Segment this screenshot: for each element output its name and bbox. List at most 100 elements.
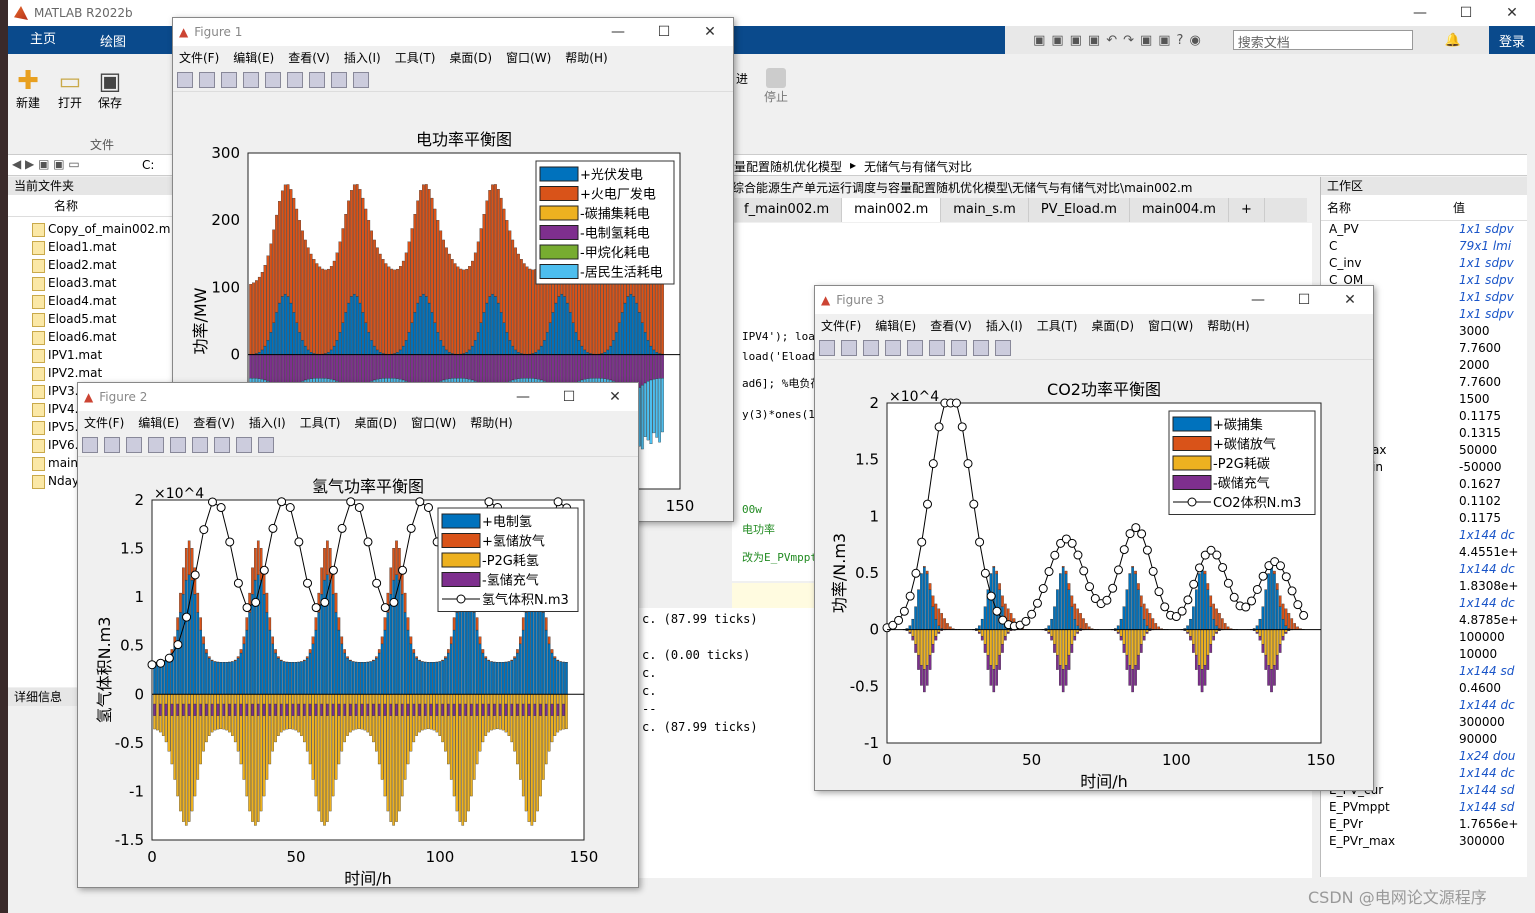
bar-segment bbox=[233, 694, 237, 743]
close-icon[interactable]: ✕ bbox=[687, 24, 733, 40]
figure-menu-item[interactable]: 帮助(H) bbox=[1207, 317, 1249, 334]
close-icon[interactable]: ✕ bbox=[592, 389, 638, 405]
figure-menu-item[interactable]: 编辑(E) bbox=[875, 317, 916, 334]
tab-home[interactable]: 主页 bbox=[8, 26, 79, 54]
figure-menu-item[interactable]: 窗口(W) bbox=[506, 49, 551, 66]
bar-segment bbox=[1206, 629, 1210, 656]
nav-arrows-icon[interactable]: ◀ ▶ ▣ ▣ ▭ bbox=[12, 157, 80, 171]
figure-toolbar[interactable] bbox=[173, 68, 733, 92]
save-button[interactable]: ▣ 保存 bbox=[98, 68, 122, 111]
figure-menu-item[interactable]: 窗口(W) bbox=[1148, 317, 1193, 334]
maximize-icon[interactable]: ☐ bbox=[1443, 5, 1489, 21]
close-icon[interactable]: ✕ bbox=[1489, 5, 1535, 21]
workspace-row[interactable]: C 79x1 lmi bbox=[1325, 238, 1527, 255]
figure-menu-item[interactable]: 插入(I) bbox=[344, 49, 381, 66]
file-item[interactable]: Eload6.mat bbox=[28, 328, 177, 346]
figure-menu-item[interactable]: 文件(F) bbox=[821, 317, 861, 334]
minimize-icon[interactable]: — bbox=[500, 389, 546, 405]
login-button[interactable]: 登录 bbox=[1488, 30, 1535, 50]
file-item[interactable]: Copy_of_main002.m bbox=[28, 220, 177, 238]
workspace-row[interactable]: C_inv 1x1 sdpv bbox=[1325, 255, 1527, 272]
bar-segment bbox=[323, 548, 326, 581]
bar-segment bbox=[514, 349, 517, 355]
editor-tab[interactable]: f_main002.m bbox=[732, 198, 843, 222]
file-item[interactable]: Eload5.mat bbox=[28, 310, 177, 328]
figure-menu-item[interactable]: 工具(T) bbox=[300, 414, 341, 431]
figure-toolbar[interactable] bbox=[78, 433, 638, 457]
bar-segment bbox=[465, 268, 469, 353]
run-partial[interactable]: 进 bbox=[736, 70, 748, 87]
editor-tab[interactable]: main_s.m bbox=[941, 198, 1029, 222]
figure-menu-item[interactable]: 桌面(D) bbox=[449, 49, 492, 66]
minimize-icon[interactable]: — bbox=[1235, 292, 1281, 308]
figure-menu-item[interactable]: 工具(T) bbox=[395, 49, 436, 66]
figure-menu-item[interactable]: 编辑(E) bbox=[233, 49, 274, 66]
figure-3-window[interactable]: ▲ Figure 3— ☐ ✕ 文件(F) 编辑(E) 查看(V) 插入(I) 工具(T) 桌面… bbox=[814, 285, 1374, 791]
drive-label[interactable]: C: bbox=[142, 158, 154, 172]
file-item[interactable]: IPV2.mat bbox=[28, 364, 177, 382]
stop-button[interactable]: 停止 bbox=[764, 68, 788, 105]
figure-menu-item[interactable]: 桌面(D) bbox=[1091, 317, 1134, 334]
bell-icon[interactable]: 🔔 bbox=[1423, 33, 1483, 48]
bar-segment bbox=[416, 200, 420, 304]
file-item[interactable]: Eload4.mat bbox=[28, 292, 177, 310]
bar-segment bbox=[398, 548, 401, 581]
x-tick-label: 100 bbox=[426, 848, 455, 866]
bar-segment bbox=[931, 629, 935, 645]
file-item[interactable]: IPV1.mat bbox=[28, 346, 177, 364]
bar-segment bbox=[1194, 589, 1198, 630]
bar-segment bbox=[280, 659, 283, 661]
editor-tab[interactable]: main002.m bbox=[842, 198, 942, 222]
maximize-icon[interactable]: ☐ bbox=[641, 24, 687, 40]
figure-toolbar[interactable] bbox=[815, 336, 1373, 360]
close-icon[interactable]: ✕ bbox=[1327, 292, 1373, 308]
file-item[interactable]: Eload2.mat bbox=[28, 256, 177, 274]
minimize-icon[interactable]: — bbox=[1397, 5, 1443, 21]
add-tab-icon[interactable]: + bbox=[1228, 198, 1265, 222]
bar-segment bbox=[255, 280, 258, 354]
search-input[interactable]: 搜索文档 bbox=[1232, 30, 1413, 51]
figure-menu-item[interactable]: 文件(F) bbox=[84, 414, 124, 431]
file-item[interactable]: Eload3.mat bbox=[28, 274, 177, 292]
files-column-name[interactable]: 名称 bbox=[8, 195, 177, 217]
figure-2-window[interactable]: ▲ Figure 2— ☐ ✕ 文件(F) 编辑(E) 查看(V) 插入(I) 工具(T) 桌面… bbox=[77, 382, 639, 888]
bar-segment bbox=[291, 662, 295, 695]
figure-menu-item[interactable]: 帮助(H) bbox=[470, 414, 512, 431]
workspace-row[interactable]: E_PVr 1.7656e+ bbox=[1325, 816, 1527, 833]
bar-segment bbox=[199, 629, 202, 695]
bar-segment bbox=[222, 703, 226, 716]
co2-volume-point bbox=[1102, 595, 1112, 605]
file-item[interactable]: Eload1.mat bbox=[28, 238, 177, 256]
tab-plots[interactable]: 绘图 bbox=[78, 31, 148, 50]
workspace-col-name[interactable]: 名称 bbox=[1321, 195, 1453, 220]
figure-menu-item[interactable]: 查看(V) bbox=[288, 49, 330, 66]
breadcrumb-2[interactable]: 无储气与有储气对比 bbox=[864, 158, 972, 175]
open-button[interactable]: ▭ 打开 bbox=[58, 68, 82, 111]
minimize-icon[interactable]: — bbox=[595, 24, 641, 40]
new-button[interactable]: ✚ 新建 bbox=[16, 68, 40, 111]
workspace-row[interactable]: E_PVr_max 300000 bbox=[1325, 833, 1527, 850]
workspace-row[interactable]: E_PVmppt 1x144 sd bbox=[1325, 799, 1527, 816]
quick-access-icons[interactable]: ▣▣▣▣↶↷▣▣?◉ bbox=[1011, 33, 1229, 48]
editor-tab[interactable]: main004.m bbox=[1129, 198, 1229, 222]
maximize-icon[interactable]: ☐ bbox=[1281, 292, 1327, 308]
breadcrumb-1[interactable]: 量配置随机优化模型 bbox=[734, 158, 842, 175]
workspace-col-value[interactable]: 值 bbox=[1453, 195, 1465, 220]
bar-segment bbox=[488, 296, 492, 355]
figure-menu-item[interactable]: 窗口(W) bbox=[411, 414, 456, 431]
figure-menu-item[interactable]: 查看(V) bbox=[930, 317, 972, 334]
figure-menu-item[interactable]: 查看(V) bbox=[193, 414, 235, 431]
figure-menu-item[interactable]: 文件(F) bbox=[179, 49, 219, 66]
figure-menu-item[interactable]: 插入(I) bbox=[986, 317, 1023, 334]
figure-menu-item[interactable]: 编辑(E) bbox=[138, 414, 179, 431]
figure-menu-item[interactable]: 工具(T) bbox=[1037, 317, 1078, 334]
maximize-icon[interactable]: ☐ bbox=[546, 389, 592, 405]
figure-menu-item[interactable]: 帮助(H) bbox=[565, 49, 607, 66]
figure-menu-item[interactable]: 桌面(D) bbox=[354, 414, 397, 431]
workspace-var-value: 300000 bbox=[1459, 834, 1505, 848]
bar-segment bbox=[350, 190, 353, 297]
figure-menu-item[interactable]: 插入(I) bbox=[249, 414, 286, 431]
editor-tab[interactable]: PV_Eload.m bbox=[1028, 198, 1130, 222]
bar-segment bbox=[1050, 636, 1053, 641]
workspace-row[interactable]: A_PV 1x1 sdpv bbox=[1325, 221, 1527, 238]
